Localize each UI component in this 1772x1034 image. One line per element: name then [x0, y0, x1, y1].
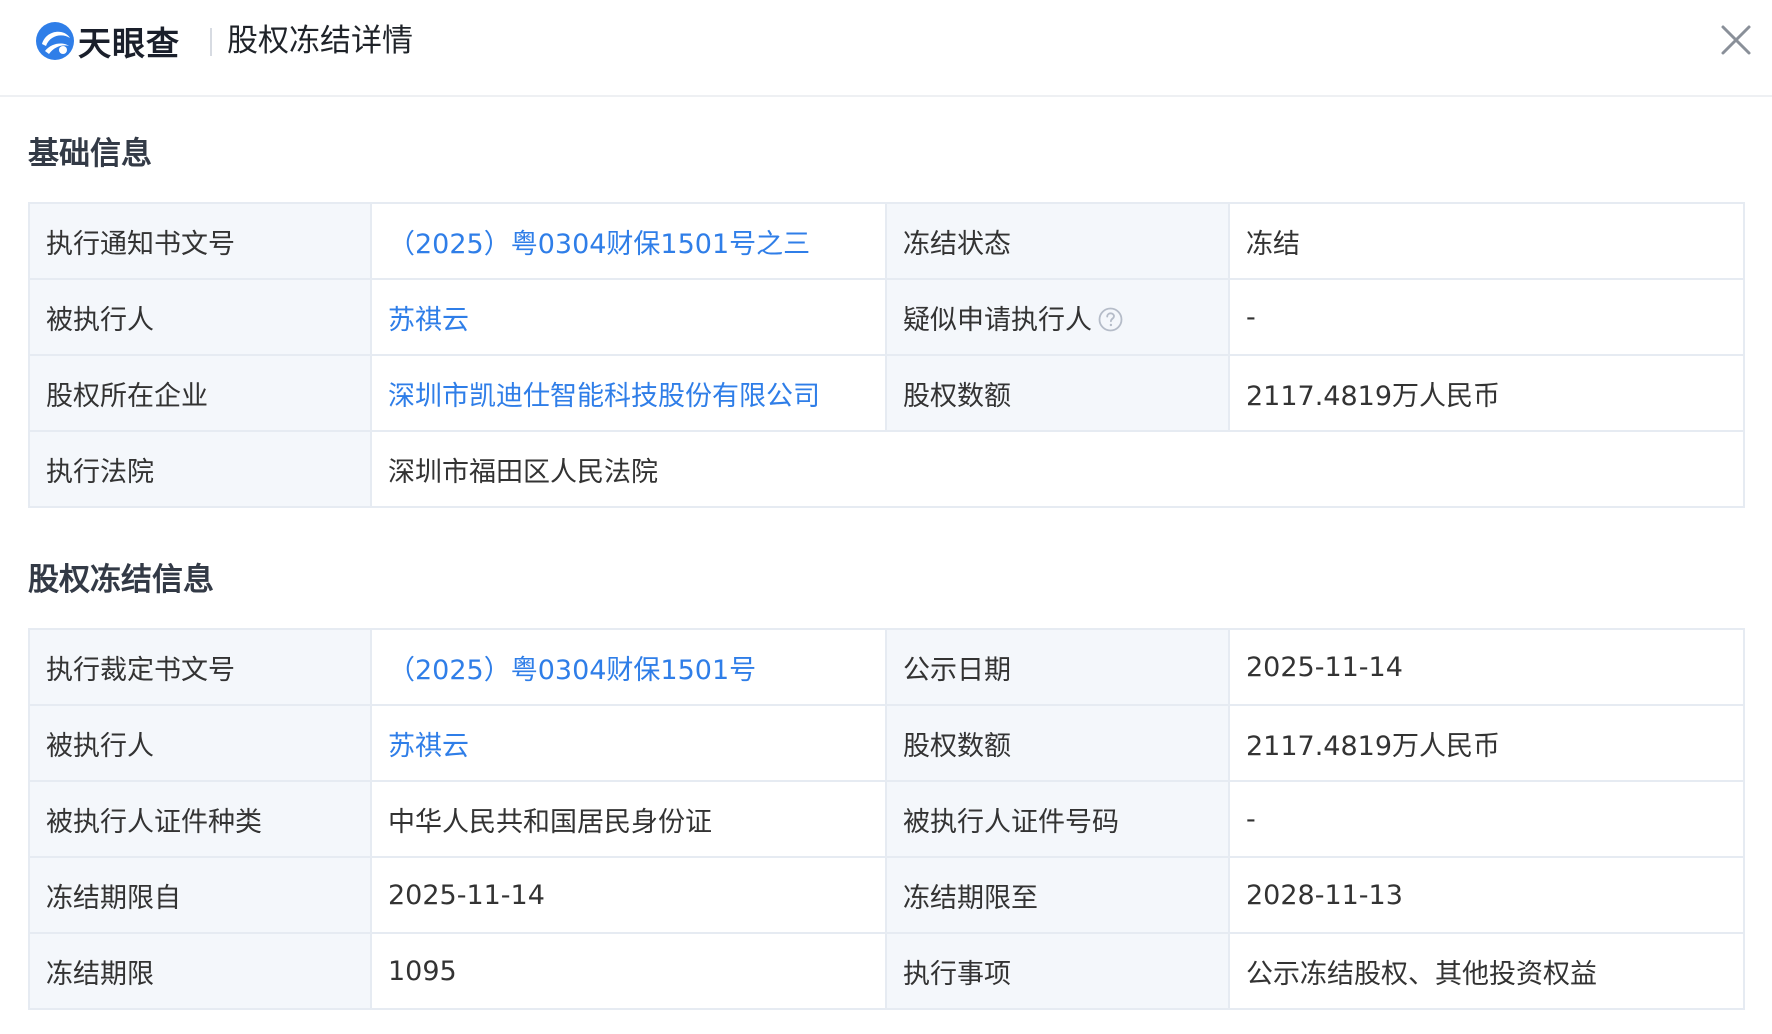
table-row: 被执行人证件种类 中华人民共和国居民身份证 被执行人证件号码 - — [28, 780, 1745, 858]
table-row: 执行裁定书文号 （2025）粤0304财保1501号 公示日期 2025-11-… — [28, 628, 1745, 706]
label-executed-person: 被执行人 — [28, 278, 372, 356]
header-bar: 天眼查 股权冻结详情 — [0, 0, 1772, 97]
value-executed-person-2[interactable]: 苏祺云 — [370, 704, 887, 782]
value-publish-date: 2025-11-14 — [1228, 628, 1745, 706]
label-freeze-status: 冻结状态 — [885, 202, 1230, 280]
value-equity-company[interactable]: 深圳市凯迪仕智能科技股份有限公司 — [370, 354, 887, 432]
value-freeze-period: 1095 — [370, 932, 887, 1010]
label-id-type: 被执行人证件种类 — [28, 780, 372, 858]
equity-company-link[interactable]: 深圳市凯迪仕智能科技股份有限公司 — [388, 381, 820, 412]
label-equity-amount-2: 股权数额 — [885, 704, 1230, 782]
value-freeze-to: 2028-11-13 — [1228, 856, 1745, 934]
table-row: 被执行人 苏祺云 股权数额 2117.4819万人民币 — [28, 704, 1745, 782]
executed-person-link-2[interactable]: 苏祺云 — [388, 731, 469, 762]
section-title-basic: 基础信息 — [28, 136, 152, 172]
label-equity-company: 股权所在企业 — [28, 354, 372, 432]
label-executed-person-2: 被执行人 — [28, 704, 372, 782]
tianyancha-logo[interactable]: 天眼查 — [34, 20, 180, 63]
executed-person-link[interactable]: 苏祺云 — [388, 305, 469, 336]
table-row: 股权所在企业 深圳市凯迪仕智能科技股份有限公司 股权数额 2117.4819万人… — [28, 354, 1745, 432]
label-court: 执行法院 — [28, 430, 372, 508]
basic-info-table: 执行通知书文号 （2025）粤0304财保1501号之三 冻结状态 冻结 被执行… — [28, 202, 1745, 508]
label-equity-amount: 股权数额 — [885, 354, 1230, 432]
value-execution-item: 公示冻结股权、其他投资权益 — [1228, 932, 1745, 1010]
value-suspected-applicant: - — [1228, 278, 1745, 356]
label-notice-no: 执行通知书文号 — [28, 202, 372, 280]
table-row: 执行法院 深圳市福田区人民法院 — [28, 430, 1745, 508]
table-row: 执行通知书文号 （2025）粤0304财保1501号之三 冻结状态 冻结 — [28, 202, 1745, 280]
label-publish-date: 公示日期 — [885, 628, 1230, 706]
page-title: 股权冻结详情 — [227, 23, 413, 59]
header-divider — [210, 28, 212, 56]
question-icon[interactable] — [1098, 307, 1123, 332]
label-freeze-period: 冻结期限 — [28, 932, 372, 1010]
suspected-applicant-label: 疑似申请执行人 — [903, 304, 1092, 336]
label-ruling-no: 执行裁定书文号 — [28, 628, 372, 706]
value-equity-amount: 2117.4819万人民币 — [1228, 354, 1745, 432]
label-id-number: 被执行人证件号码 — [885, 780, 1230, 858]
value-id-number: - — [1228, 780, 1745, 858]
logo-text: 天眼查 — [78, 24, 180, 63]
label-execution-item: 执行事项 — [885, 932, 1230, 1010]
section-title-freeze: 股权冻结信息 — [28, 562, 214, 598]
notice-no-link[interactable]: （2025）粤0304财保1501号之三 — [388, 229, 810, 260]
label-freeze-to: 冻结期限至 — [885, 856, 1230, 934]
table-row: 冻结期限 1095 执行事项 公示冻结股权、其他投资权益 — [28, 932, 1745, 1010]
label-freeze-from: 冻结期限自 — [28, 856, 372, 934]
freeze-info-table: 执行裁定书文号 （2025）粤0304财保1501号 公示日期 2025-11-… — [28, 628, 1745, 1010]
value-id-type: 中华人民共和国居民身份证 — [370, 780, 887, 858]
close-icon[interactable] — [1716, 20, 1756, 60]
value-executed-person[interactable]: 苏祺云 — [370, 278, 887, 356]
table-row: 被执行人 苏祺云 疑似申请执行人 - — [28, 278, 1745, 356]
table-row: 冻结期限自 2025-11-14 冻结期限至 2028-11-13 — [28, 856, 1745, 934]
value-freeze-status: 冻结 — [1228, 202, 1745, 280]
label-suspected-applicant: 疑似申请执行人 — [885, 278, 1230, 356]
value-equity-amount-2: 2117.4819万人民币 — [1228, 704, 1745, 782]
value-court: 深圳市福田区人民法院 — [370, 430, 1745, 508]
ruling-no-link[interactable]: （2025）粤0304财保1501号 — [388, 655, 756, 686]
value-ruling-no[interactable]: （2025）粤0304财保1501号 — [370, 628, 887, 706]
value-notice-no[interactable]: （2025）粤0304财保1501号之三 — [370, 202, 887, 280]
value-freeze-from: 2025-11-14 — [370, 856, 887, 934]
tianyancha-logo-icon — [36, 22, 74, 60]
